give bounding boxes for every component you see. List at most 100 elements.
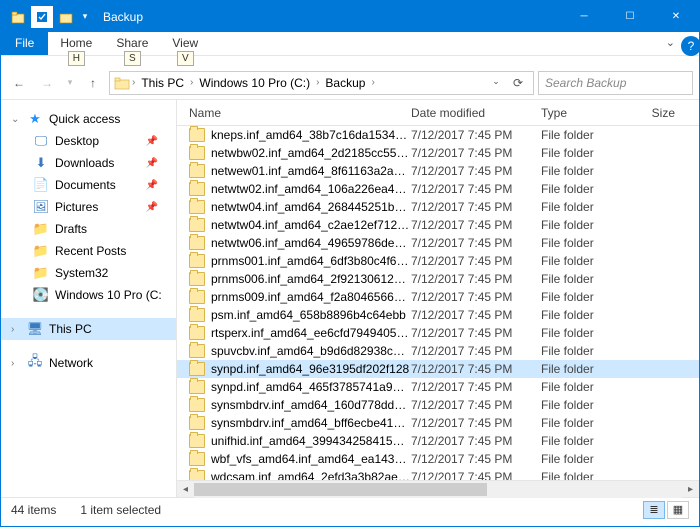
breadcrumb-seg[interactable]: Backup	[321, 76, 369, 90]
table-row[interactable]: prnms006.inf_amd64_2f921306120327127/12/…	[177, 270, 699, 288]
file-date: 7/12/2017 7:45 PM	[411, 362, 541, 376]
refresh-button[interactable]: ⟳	[507, 76, 529, 90]
qat-properties-button[interactable]	[31, 6, 53, 28]
tab-home[interactable]: HomeH	[48, 31, 104, 55]
table-row[interactable]: prnms001.inf_amd64_6df3b80c4f6b8f8d7/12/…	[177, 252, 699, 270]
table-row[interactable]: netwtw04.inf_amd64_268445251bc417127/12/…	[177, 198, 699, 216]
status-selection: 1 item selected	[80, 503, 161, 517]
table-row[interactable]: rtsperx.inf_amd64_ee6cfd7949405df67/12/2…	[177, 324, 699, 342]
sidebar-item-documents[interactable]: 📄Documents📌	[1, 174, 176, 196]
file-name: prnms006.inf_amd64_2f92130612032712	[211, 272, 411, 286]
scroll-right-button[interactable]: ▸	[682, 481, 699, 498]
tab-label: Home	[60, 36, 92, 50]
file-name: psm.inf_amd64_658b8896b4c64ebb	[211, 308, 411, 322]
nav-item-label: Documents	[55, 178, 116, 192]
col-name[interactable]: Name	[189, 106, 411, 120]
sidebar-item-desktop[interactable]: 🖵Desktop📌	[1, 130, 176, 152]
table-row[interactable]: wdcsam.inf_amd64_2efd3a3b82aeb6647/12/20…	[177, 468, 699, 480]
table-row[interactable]: prnms009.inf_amd64_f2a8046566715507/12/2…	[177, 288, 699, 306]
col-type[interactable]: Type	[541, 106, 645, 120]
file-type: File folder	[541, 344, 645, 358]
sidebar-item-recent-posts[interactable]: 📁Recent Posts	[1, 240, 176, 262]
nav-item-icon: 🖼	[33, 199, 49, 215]
thumbnails-view-button[interactable]: ▦	[667, 501, 689, 519]
breadcrumb-separator[interactable]: ›	[371, 77, 374, 88]
breadcrumb-separator[interactable]: ›	[132, 77, 135, 88]
folder-icon	[189, 470, 205, 480]
sidebar-item-pictures[interactable]: 🖼Pictures📌	[1, 196, 176, 218]
ribbon: File HomeH ShareS ViewV ⌄ ?	[1, 32, 699, 56]
breadcrumb-seg[interactable]: This PC	[137, 76, 188, 90]
file-type: File folder	[541, 434, 645, 448]
nav-network[interactable]: › 🖧 Network	[1, 352, 176, 374]
nav-item-icon: 📁	[33, 221, 49, 237]
minimize-button[interactable]: ─	[561, 1, 607, 32]
breadcrumb-separator[interactable]: ›	[190, 77, 193, 88]
sidebar-item-drafts[interactable]: 📁Drafts	[1, 218, 176, 240]
file-date: 7/12/2017 7:45 PM	[411, 218, 541, 232]
qat-customize-button[interactable]: ▾	[79, 6, 91, 28]
table-row[interactable]: synpd.inf_amd64_465f3785741a98e37/12/201…	[177, 378, 699, 396]
forward-button[interactable]: →	[35, 71, 59, 95]
nav-item-icon: 🖵	[33, 133, 49, 149]
tab-view[interactable]: ViewV	[160, 31, 210, 55]
nav-label: Quick access	[49, 112, 120, 126]
table-row[interactable]: netwew01.inf_amd64_8f61163a2a2bddf87/12/…	[177, 162, 699, 180]
file-tab[interactable]: File	[1, 31, 48, 55]
table-row[interactable]: psm.inf_amd64_658b8896b4c64ebb7/12/2017 …	[177, 306, 699, 324]
table-row[interactable]: netwtw06.inf_amd64_49659786de35b7747/12/…	[177, 234, 699, 252]
table-row[interactable]: wbf_vfs_amd64.inf_amd64_ea1437c8a8969d8d…	[177, 450, 699, 468]
table-row[interactable]: spuvcbv.inf_amd64_b9d6d82938c188b67/12/2…	[177, 342, 699, 360]
search-input[interactable]: Search Backup	[538, 71, 693, 95]
details-view-button[interactable]: ≣	[643, 501, 665, 519]
network-icon: 🖧	[27, 355, 43, 371]
file-date: 7/12/2017 7:45 PM	[411, 146, 541, 160]
qat-new-folder-button[interactable]	[55, 6, 77, 28]
nav-item-icon: 📁	[33, 243, 49, 259]
sidebar-item-system32[interactable]: 📁System32	[1, 262, 176, 284]
tab-share[interactable]: ShareS	[104, 31, 160, 55]
address-dropdown-button[interactable]: ⌄	[485, 76, 507, 90]
table-row[interactable]: synsmbdrv.inf_amd64_bff6ecbe414c89c77/12…	[177, 414, 699, 432]
table-row[interactable]: netwtw02.inf_amd64_106a226ea478d3b27/12/…	[177, 180, 699, 198]
table-row[interactable]: synsmbdrv.inf_amd64_160d778dd88864f27/12…	[177, 396, 699, 414]
file-type: File folder	[541, 326, 645, 340]
file-list[interactable]: kneps.inf_amd64_38b7c16da15340217/12/201…	[177, 126, 699, 480]
scroll-track[interactable]	[194, 481, 682, 498]
scroll-left-button[interactable]: ◂	[177, 481, 194, 498]
horizontal-scrollbar[interactable]: ◂ ▸	[177, 480, 699, 497]
table-row[interactable]: netwbw02.inf_amd64_2d2185cc553be11f7/12/…	[177, 144, 699, 162]
close-button[interactable]: ✕	[653, 1, 699, 32]
back-button[interactable]: ←	[7, 71, 31, 95]
sidebar-item-windows-10-pro-c-[interactable]: 💽Windows 10 Pro (C:	[1, 284, 176, 306]
recent-locations-button[interactable]: ▾	[63, 71, 77, 95]
file-name: kneps.inf_amd64_38b7c16da1534021	[211, 128, 411, 142]
table-row[interactable]: netwtw04.inf_amd64_c2ae12ef712a6a9d7/12/…	[177, 216, 699, 234]
scroll-thumb[interactable]	[194, 483, 487, 496]
status-item-count: 44 items	[11, 503, 56, 517]
pin-icon: 📌	[146, 202, 158, 213]
file-date: 7/12/2017 7:45 PM	[411, 236, 541, 250]
folder-icon	[189, 182, 205, 196]
col-date[interactable]: Date modified	[411, 106, 541, 120]
ribbon-expand-icon[interactable]: ⌄	[666, 36, 675, 49]
file-name: prnms009.inf_amd64_f2a804656671550	[211, 290, 411, 304]
sidebar-item-downloads[interactable]: ⬇Downloads📌	[1, 152, 176, 174]
table-row[interactable]: unifhid.inf_amd64_39943425841541517/12/2…	[177, 432, 699, 450]
nav-quick-access[interactable]: ⌄ ★ Quick access	[1, 108, 176, 130]
table-row[interactable]: synpd.inf_amd64_96e3195df202f1287/12/201…	[177, 360, 699, 378]
chevron-right-icon: ›	[11, 358, 21, 369]
table-row[interactable]: kneps.inf_amd64_38b7c16da15340217/12/201…	[177, 126, 699, 144]
up-button[interactable]: ↑	[81, 71, 105, 95]
col-size[interactable]: Size	[645, 106, 699, 120]
maximize-button[interactable]: ☐	[607, 1, 653, 32]
help-button[interactable]: ?	[681, 36, 700, 56]
file-name: wbf_vfs_amd64.inf_amd64_ea1437c8a8969d8d	[211, 452, 411, 466]
nav-this-pc[interactable]: › 🖥 This PC	[1, 318, 176, 340]
address-bar[interactable]: › This PC › Windows 10 Pro (C:) › Backup…	[109, 71, 534, 95]
breadcrumb-separator[interactable]: ›	[316, 77, 319, 88]
folder-icon	[189, 164, 205, 178]
folder-icon	[189, 344, 205, 358]
app-icon[interactable]	[7, 6, 29, 28]
breadcrumb-seg[interactable]: Windows 10 Pro (C:)	[195, 76, 314, 90]
